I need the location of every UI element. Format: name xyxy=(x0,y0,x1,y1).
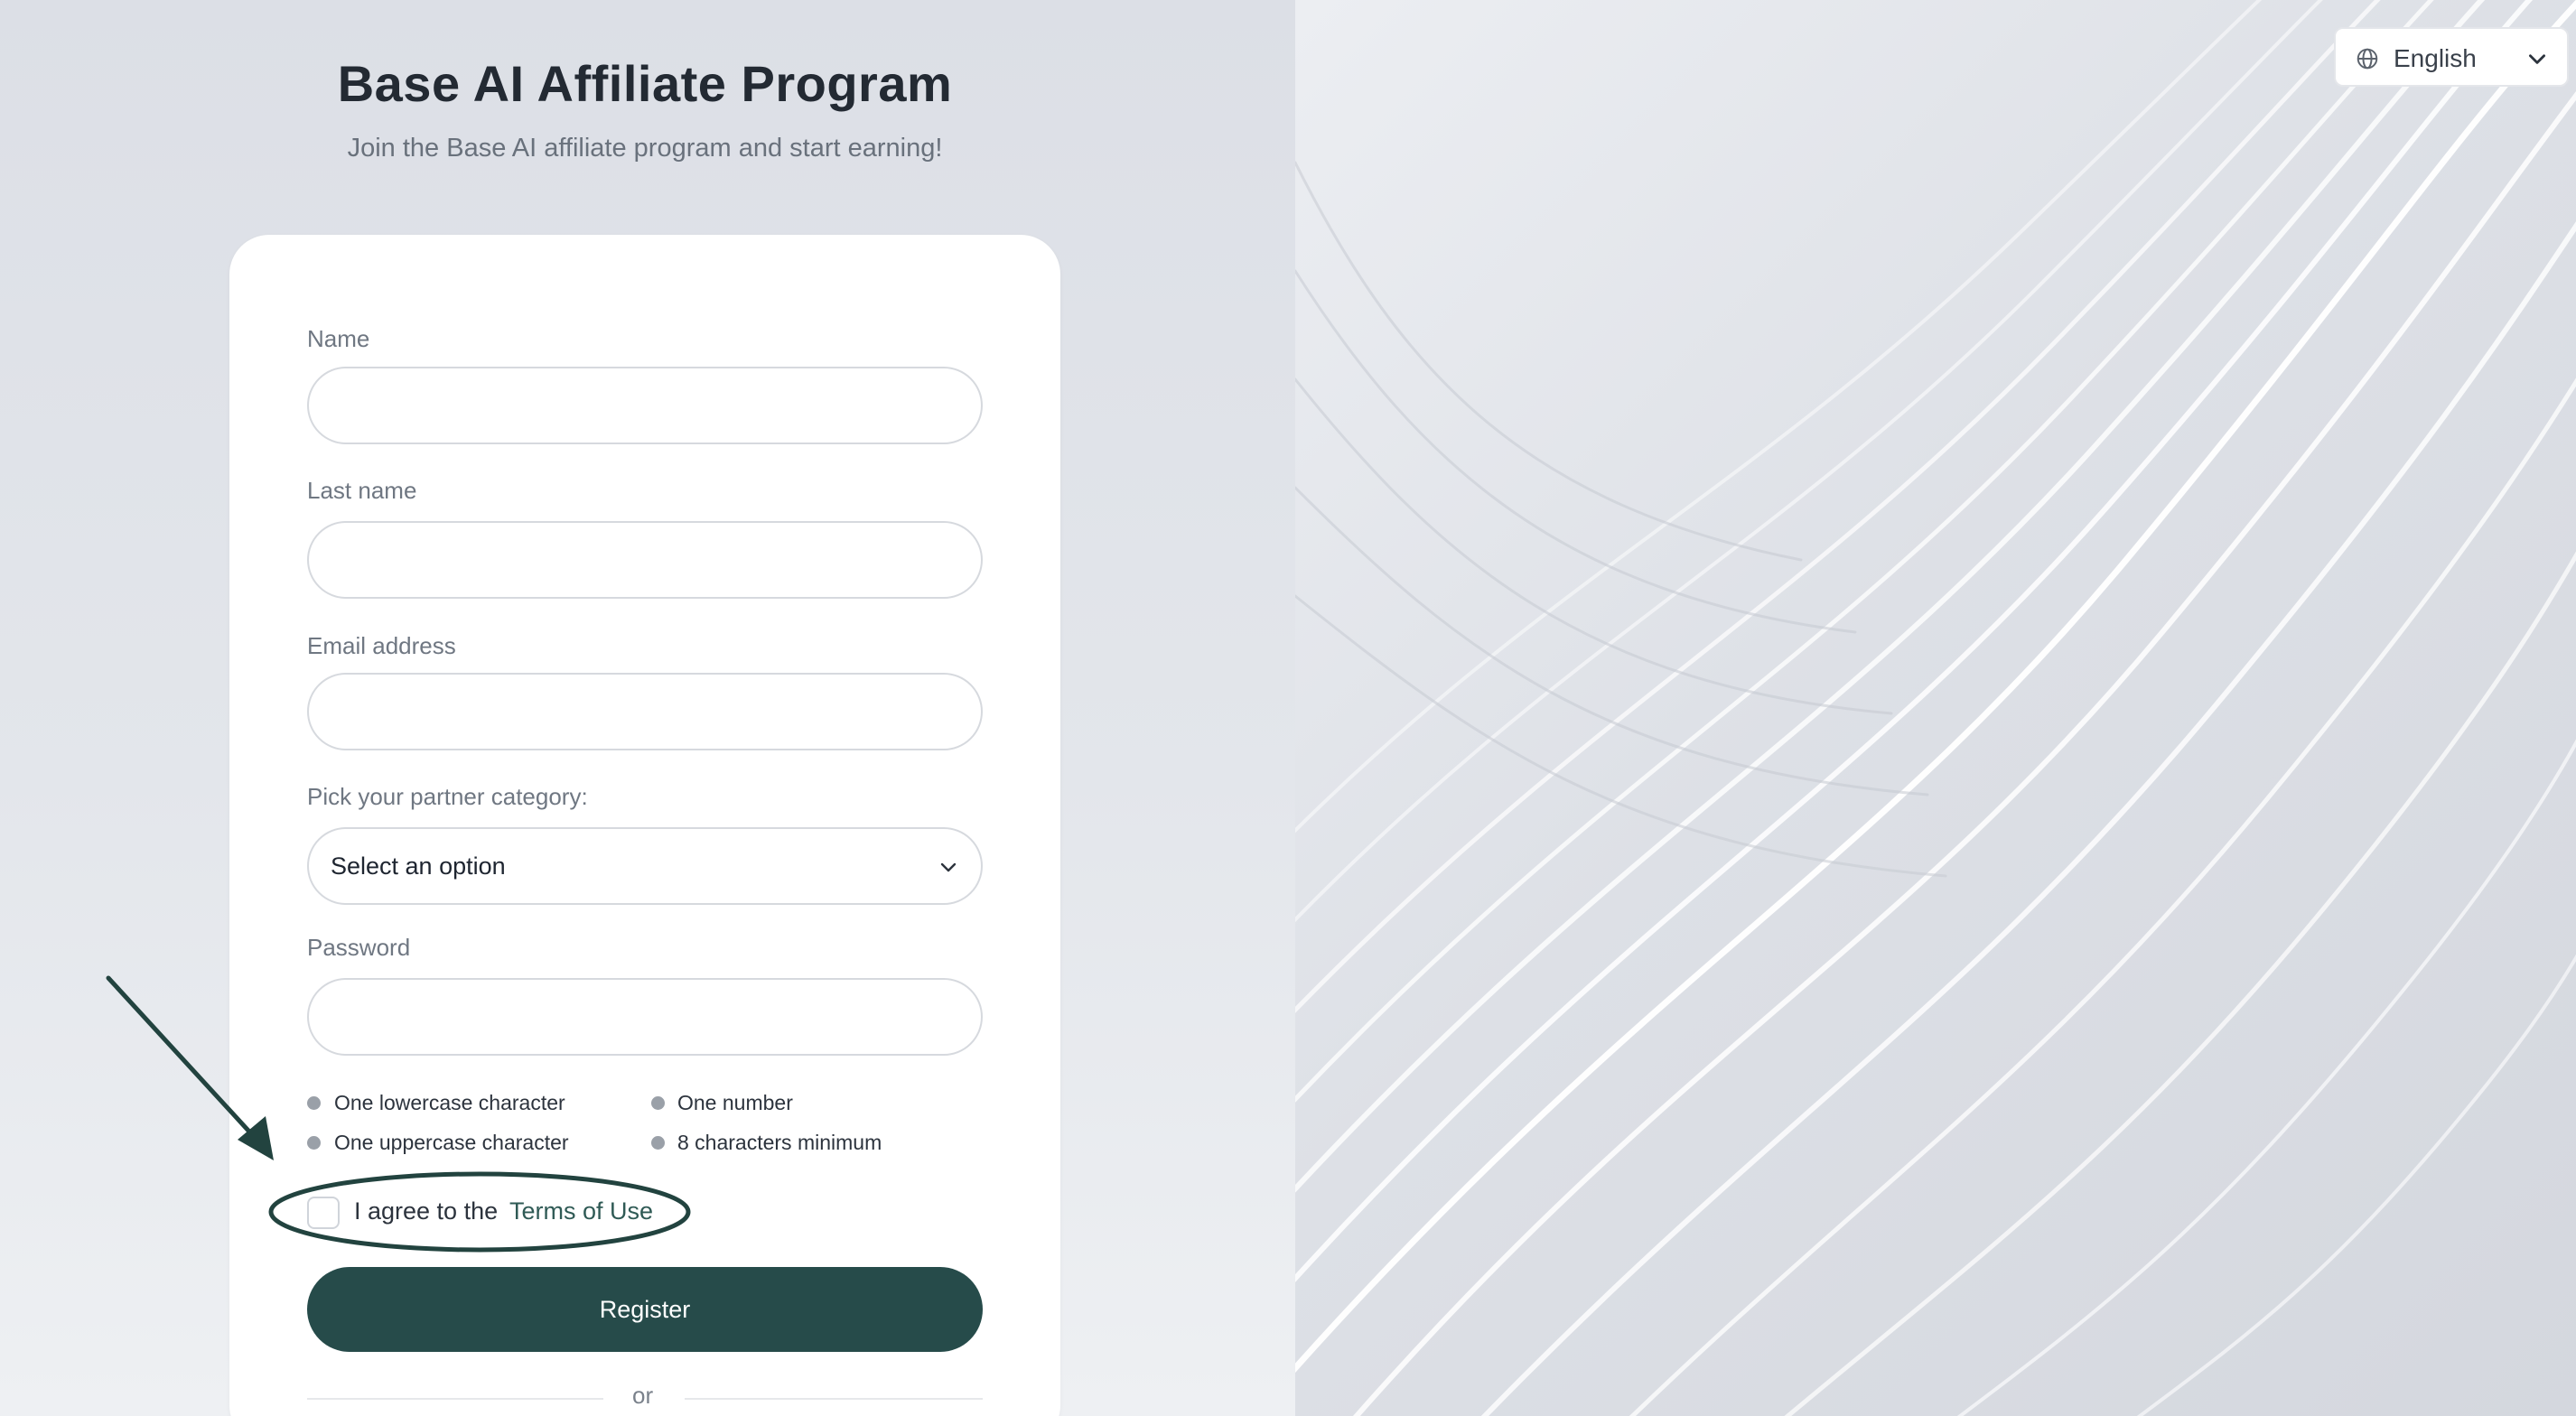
requirement-number: One number xyxy=(677,1091,793,1114)
requirement-dot xyxy=(307,1136,321,1150)
partner-category-label: Pick your partner category: xyxy=(307,783,588,810)
email-label: Email address xyxy=(307,632,456,659)
name-label: Name xyxy=(307,325,370,352)
last-name-input[interactable] xyxy=(307,521,983,599)
page-subtitle: Join the Base AI affiliate program and s… xyxy=(347,134,943,163)
chevron-down-icon xyxy=(940,862,957,872)
partner-category-select[interactable]: Select an option xyxy=(307,827,983,905)
password-input[interactable] xyxy=(307,978,983,1056)
requirement-uppercase: One uppercase character xyxy=(334,1131,569,1154)
requirement-dot xyxy=(651,1136,665,1150)
registration-card: Name Last name Email address Pick your p… xyxy=(229,235,1060,1416)
requirement-lowercase: One lowercase character xyxy=(334,1091,565,1114)
language-label: English xyxy=(2394,44,2477,72)
partner-category-value: Select an option xyxy=(331,852,506,880)
divider-or-text: or xyxy=(632,1382,654,1409)
decorative-background xyxy=(1295,0,2576,1416)
page-title: Base AI Affiliate Program xyxy=(337,55,953,112)
divider-line-right xyxy=(685,1398,983,1400)
password-label: Password xyxy=(307,934,411,961)
requirement-dot xyxy=(651,1096,665,1110)
wave-lines-graphic xyxy=(1295,0,2576,1416)
last-name-label: Last name xyxy=(307,477,417,504)
requirement-min-length: 8 characters minimum xyxy=(677,1131,882,1154)
left-pane: Base AI Affiliate Program Join the Base … xyxy=(0,0,1295,1416)
requirement-dot xyxy=(307,1096,321,1110)
globe-icon xyxy=(2357,48,2378,70)
agree-text: I agree to the xyxy=(354,1197,499,1225)
terms-checkbox[interactable] xyxy=(307,1197,340,1229)
email-input[interactable] xyxy=(307,673,983,750)
chevron-down-icon xyxy=(2529,54,2545,64)
divider-line-left xyxy=(307,1398,603,1400)
name-input[interactable] xyxy=(307,367,983,444)
language-select[interactable]: English xyxy=(2334,27,2569,87)
terms-of-use-link[interactable]: Terms of Use xyxy=(509,1197,653,1225)
register-button[interactable]: Register xyxy=(307,1267,983,1352)
